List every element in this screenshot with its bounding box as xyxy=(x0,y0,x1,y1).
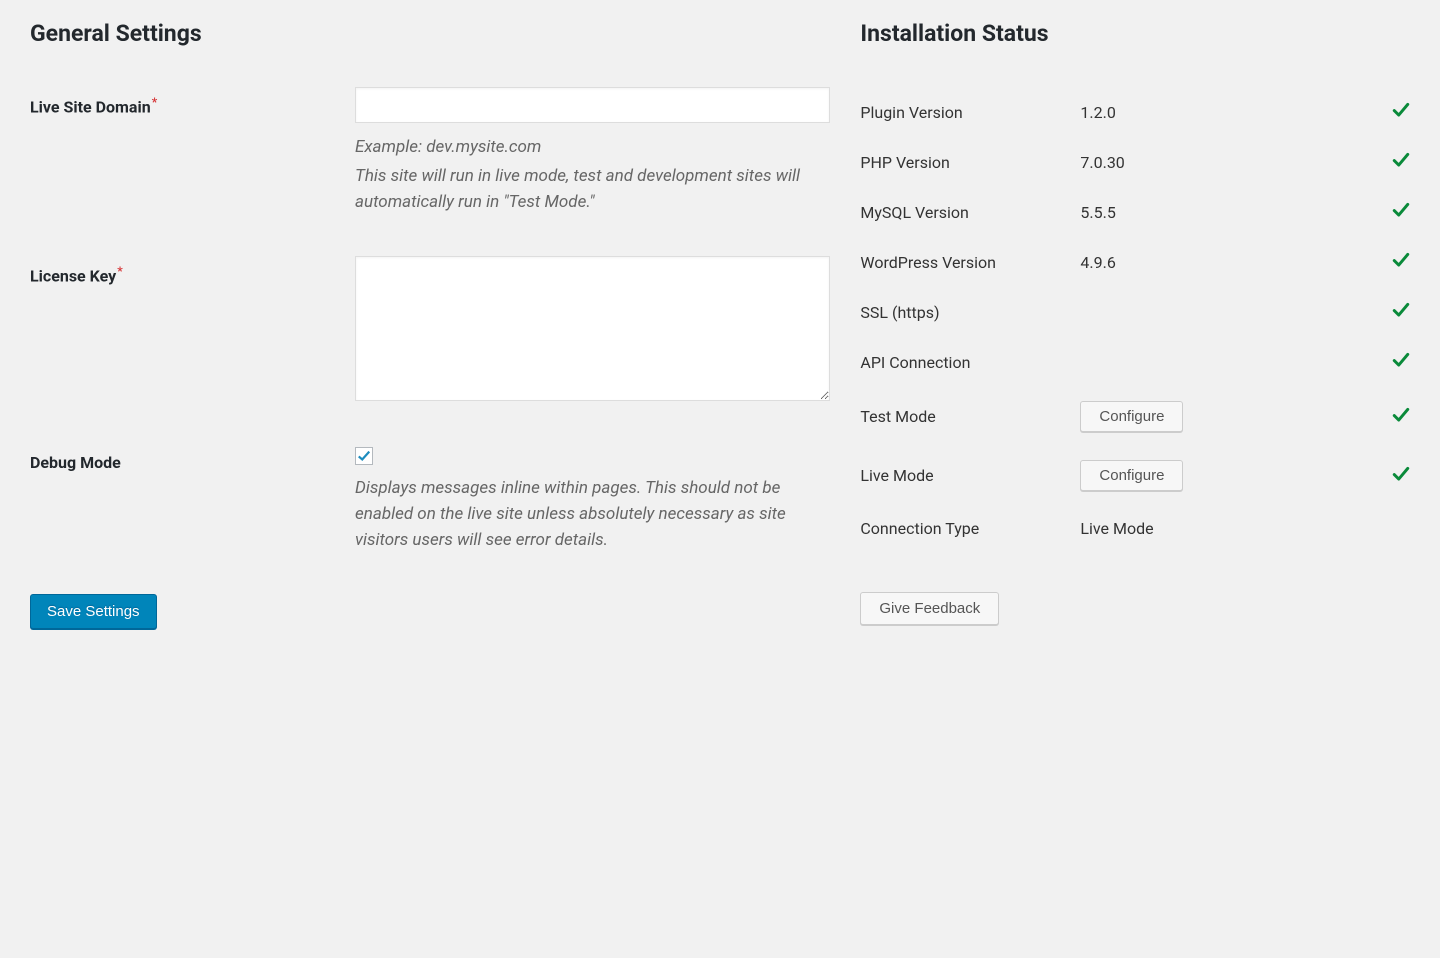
live-domain-label: Live Site Domain* xyxy=(30,87,355,116)
status-row: Live ModeConfigure xyxy=(860,446,1410,505)
status-row: WordPress Version4.9.6 xyxy=(860,237,1410,287)
check-icon xyxy=(1392,151,1410,169)
debug-mode-help: Displays messages inline within pages. T… xyxy=(355,475,830,554)
check-icon xyxy=(1392,465,1410,483)
status-check xyxy=(1380,465,1410,487)
status-row: MySQL Version5.5.5 xyxy=(860,187,1410,237)
license-key-input[interactable] xyxy=(355,256,830,401)
status-value: Configure xyxy=(1080,460,1380,491)
status-value: Live Mode xyxy=(1080,519,1380,538)
license-key-row: License Key* xyxy=(30,256,830,405)
status-label: WordPress Version xyxy=(860,253,1080,272)
status-label: Plugin Version xyxy=(860,103,1080,122)
status-title: Installation Status xyxy=(860,20,1410,47)
status-value: 4.9.6 xyxy=(1080,253,1380,272)
status-row: Plugin Version1.2.0 xyxy=(860,87,1410,137)
status-label: Test Mode xyxy=(860,407,1080,426)
status-label: MySQL Version xyxy=(860,203,1080,222)
status-label: API Connection xyxy=(860,353,1080,372)
status-label: Live Mode xyxy=(860,466,1080,485)
status-value: 1.2.0 xyxy=(1080,103,1380,122)
status-check xyxy=(1380,151,1410,173)
status-value: Configure xyxy=(1080,401,1380,432)
live-domain-input[interactable] xyxy=(355,87,830,123)
live-domain-row: Live Site Domain* Example: dev.mysite.co… xyxy=(30,87,830,216)
give-feedback-button[interactable]: Give Feedback xyxy=(860,592,999,625)
live-domain-example: Example: dev.mysite.com xyxy=(355,137,830,157)
live-domain-help: This site will run in live mode, test an… xyxy=(355,163,830,216)
status-label: SSL (https) xyxy=(860,303,1080,322)
debug-mode-label: Debug Mode xyxy=(30,445,355,472)
check-icon xyxy=(1392,351,1410,369)
status-check xyxy=(1380,406,1410,428)
check-icon xyxy=(1392,406,1410,424)
status-label: Connection Type xyxy=(860,519,1080,538)
status-value: 5.5.5 xyxy=(1080,203,1380,222)
page-title: General Settings xyxy=(30,20,830,47)
configure-button[interactable]: Configure xyxy=(1080,401,1183,432)
status-row: PHP Version7.0.30 xyxy=(860,137,1410,187)
license-key-label: License Key* xyxy=(30,256,355,285)
configure-button[interactable]: Configure xyxy=(1080,460,1183,491)
status-value: 7.0.30 xyxy=(1080,153,1380,172)
status-row: SSL (https) xyxy=(860,287,1410,337)
status-check xyxy=(1380,351,1410,373)
check-icon xyxy=(1392,201,1410,219)
status-row: Connection TypeLive Mode xyxy=(860,505,1410,552)
save-button[interactable]: Save Settings xyxy=(30,594,157,629)
status-check xyxy=(1380,201,1410,223)
debug-mode-row: Debug Mode Displays messages inline with… xyxy=(30,445,830,554)
status-check xyxy=(1380,301,1410,323)
status-row: API Connection xyxy=(860,337,1410,387)
status-check xyxy=(1380,101,1410,123)
status-label: PHP Version xyxy=(860,153,1080,172)
status-check xyxy=(1380,251,1410,273)
status-row: Test ModeConfigure xyxy=(860,387,1410,446)
debug-mode-checkbox[interactable] xyxy=(355,447,373,465)
check-icon xyxy=(1392,301,1410,319)
check-icon xyxy=(1392,251,1410,269)
check-icon xyxy=(1392,101,1410,119)
